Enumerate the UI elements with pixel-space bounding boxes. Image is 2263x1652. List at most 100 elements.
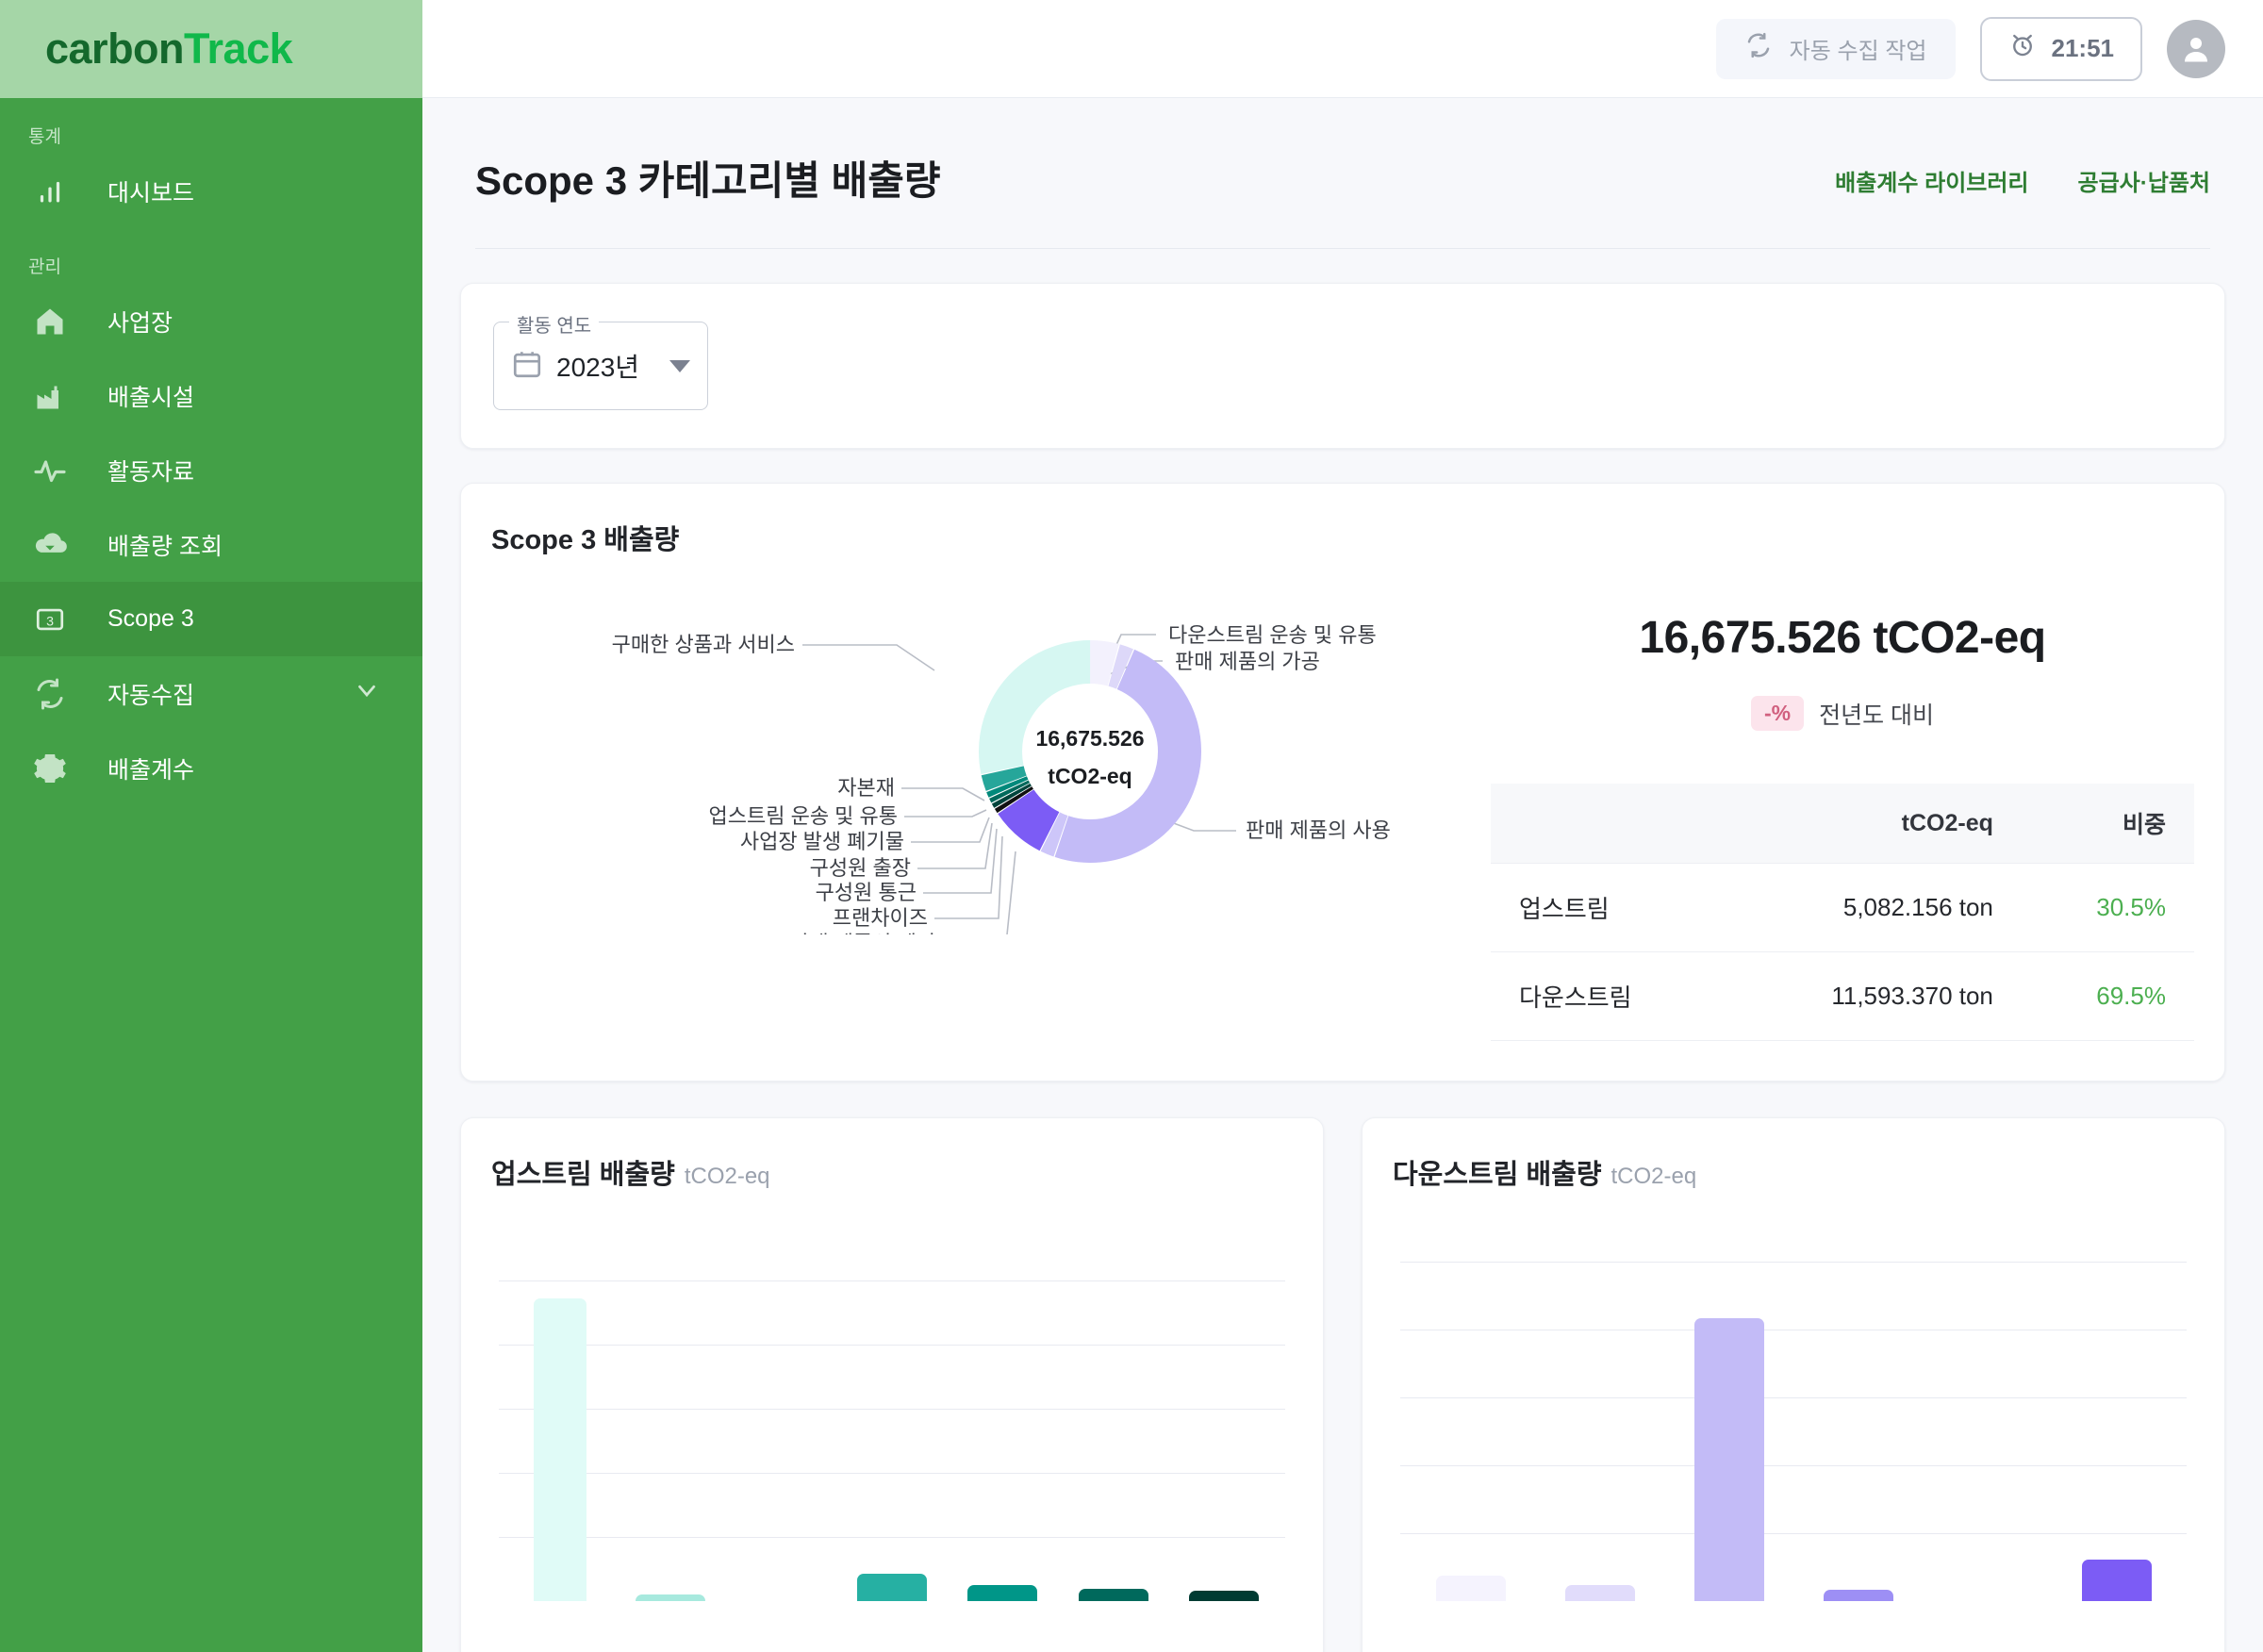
scope3-summary-table: tCO2-eq 비중 업스트림 5,082.156 ton 30.5% 다운스트… (1491, 784, 2194, 1041)
downstream-title-unit: tCO2-eq (1611, 1164, 1697, 1189)
table-header: tCO2-eq 비중 (1491, 784, 2194, 864)
link-suppliers[interactable]: 공급사·납품처 (2078, 164, 2210, 197)
bar-slot (1793, 1590, 1923, 1601)
bar-slot (1169, 1591, 1280, 1601)
topbar: 자동 수집 작업 21:51 (422, 0, 2263, 98)
chevron-down-icon[interactable] (669, 359, 690, 372)
sidebar-item-label: Scope 3 (107, 605, 194, 632)
auto-collect-job-button[interactable]: 자동 수집 작업 (1715, 18, 1956, 79)
downstream-title-text: 다운스트림 배출량 (1393, 1160, 1602, 1190)
sidebar-item-label: 사업장 (107, 309, 173, 337)
bar[interactable] (1189, 1591, 1260, 1601)
app-logo[interactable]: carbonTrack (0, 0, 422, 98)
avatar[interactable] (2167, 19, 2225, 78)
link-emission-factor-library[interactable]: 배출계수 라이브러리 (1835, 164, 2028, 197)
page-header: Scope 3 카테고리별 배출량 배출계수 라이브러리 공급사·납품처 (460, 98, 2225, 206)
clock-button[interactable]: 21:51 (1979, 16, 2142, 81)
sidebar-item-auto-collect[interactable]: 자동수집 (0, 656, 422, 731)
row-value: 5,082.156 ton (1722, 863, 2022, 952)
clock-time: 21:51 (2051, 34, 2115, 62)
logo-text-carbon: carbon (45, 25, 185, 73)
sidebar-item-dashboard[interactable]: 대시보드 (0, 154, 422, 228)
bar[interactable] (1823, 1590, 1893, 1601)
sidebar-item-emission-factor[interactable]: 배출계수 (0, 731, 422, 805)
sidebar-item-emission-facility[interactable]: 배출시설 (0, 358, 422, 433)
calendar-icon (511, 348, 543, 385)
bar-slot (504, 1298, 615, 1601)
sidebar-item-label: 배출시설 (107, 384, 195, 411)
home-icon (28, 305, 72, 339)
scope3-icon: 3 (28, 603, 72, 636)
bar-slot (615, 1594, 725, 1601)
table-row[interactable]: 업스트림 5,082.156 ton 30.5% (1491, 863, 2194, 952)
sidebar-item-label: 자동수집 (107, 682, 195, 709)
donut-label-waste-generated: 사업장 발생 폐기물 (740, 830, 904, 853)
bar-slot (836, 1574, 947, 1601)
sidebar-item-scope3[interactable]: 3 Scope 3 (0, 582, 422, 656)
sidebar-item-label: 대시보드 (107, 179, 195, 206)
donut-label-end-of-life: 판매 제품의 폐기 (790, 932, 935, 934)
upstream-card-title: 업스트림 배출량 tCO2-eq (491, 1152, 1293, 1192)
sidebar-item-worksite[interactable]: 사업장 (0, 284, 422, 358)
activity-year-legend: 활동 연도 (509, 310, 600, 338)
user-icon (2185, 37, 2207, 61)
activity-year-select[interactable]: 활동 연도 2023년 (493, 310, 708, 410)
logo-text: carbonTrack (45, 25, 293, 74)
row-share: 30.5% (2021, 863, 2194, 952)
donut-label-upstream-transport: 업스트림 운송 및 유통 (709, 804, 899, 828)
sidebar-item-emission-lookup[interactable]: 배출량 조회 (0, 507, 422, 582)
table-row[interactable]: 다운스트림 11,593.370 ton 69.5% (1491, 951, 2194, 1041)
bar[interactable] (967, 1585, 1038, 1601)
bar[interactable] (1078, 1589, 1148, 1601)
factory-icon (28, 379, 72, 413)
bar[interactable] (2081, 1560, 2152, 1601)
bar[interactable] (1693, 1318, 1764, 1601)
bar[interactable] (856, 1574, 927, 1601)
row-name: 업스트림 (1491, 863, 1723, 952)
refresh-icon (1744, 31, 1773, 66)
activity-year-value: 2023년 (556, 353, 640, 382)
downstream-bar-chart[interactable] (1393, 1243, 2194, 1601)
bar-slot (2052, 1560, 2181, 1601)
row-name: 다운스트림 (1491, 951, 1723, 1041)
sidebar-section-label-management: 관리 (28, 257, 61, 277)
table-body: 업스트림 5,082.156 ton 30.5% 다운스트림 11,593.37… (1491, 863, 2194, 1041)
sidebar: carbonTrack 통계 대시보드 관리 사업장 배출시설 활동자료 배출량… (0, 0, 422, 1652)
alarm-clock-icon (2008, 31, 2037, 66)
upstream-bar-chart[interactable] (491, 1243, 1293, 1601)
upstream-title-unit: tCO2-eq (684, 1164, 770, 1189)
bar-slot (948, 1585, 1058, 1601)
donut-svg: 16,675.526 tCO2-eq 다운스트림 운송 및 유통 판매 제품의 … (612, 623, 1391, 955)
header-divider (475, 248, 2210, 249)
donut-label-capital-goods: 자본재 (837, 776, 895, 800)
bar[interactable] (636, 1594, 706, 1601)
total-emissions-value: 16,675.526 tCO2-eq (1639, 613, 2046, 663)
chevron-down-icon[interactable] (353, 676, 381, 711)
donut-label-downstream-transport: 다운스트림 운송 및 유통 (1168, 623, 1377, 647)
activity-icon (28, 454, 72, 487)
scope3-donut-chart[interactable]: 16,675.526 tCO2-eq 다운스트림 운송 및 유통 판매 제품의 … (491, 557, 1491, 955)
sidebar-item-activity-data[interactable]: 활동자료 (0, 433, 422, 507)
page-header-links: 배출계수 라이브러리 공급사·납품처 (1835, 149, 2210, 197)
sidebar-item-label: 배출계수 (107, 756, 195, 784)
bar[interactable] (1564, 1585, 1635, 1601)
delta-badge: -% (1750, 696, 1805, 731)
scope3-card-title: Scope 3 배출량 (491, 525, 680, 555)
bar[interactable] (533, 1298, 586, 1601)
content-scroll: Scope 3 카테고리별 배출량 배출계수 라이브러리 공급사·납품처 활동 … (422, 98, 2263, 1652)
donut-center-unit: tCO2-eq (1048, 764, 1132, 788)
row-share: 69.5% (2021, 951, 2194, 1041)
scope3-emissions-card: Scope 3 배출량 16,675.526 tCO2-eq 다운스트림 운송 … (460, 483, 2225, 1082)
col-name (1491, 784, 1723, 864)
donut-label-processing-of-sold-products: 판매 제품의 가공 (1175, 650, 1320, 673)
bar-slot (1058, 1589, 1168, 1601)
bar[interactable] (1435, 1576, 1506, 1601)
col-tco2eq: tCO2-eq (1722, 784, 2022, 864)
donut-label-use-of-sold-products: 판매 제품의 사용 (1246, 818, 1391, 842)
bar-slot (1406, 1576, 1535, 1601)
svg-text:3: 3 (46, 614, 54, 629)
col-share: 비중 (2021, 784, 2194, 864)
bar-chart-icon (28, 175, 72, 207)
donut-center-value: 16,675.526 (1035, 726, 1144, 751)
sidebar-item-label: 활동자료 (107, 458, 195, 486)
